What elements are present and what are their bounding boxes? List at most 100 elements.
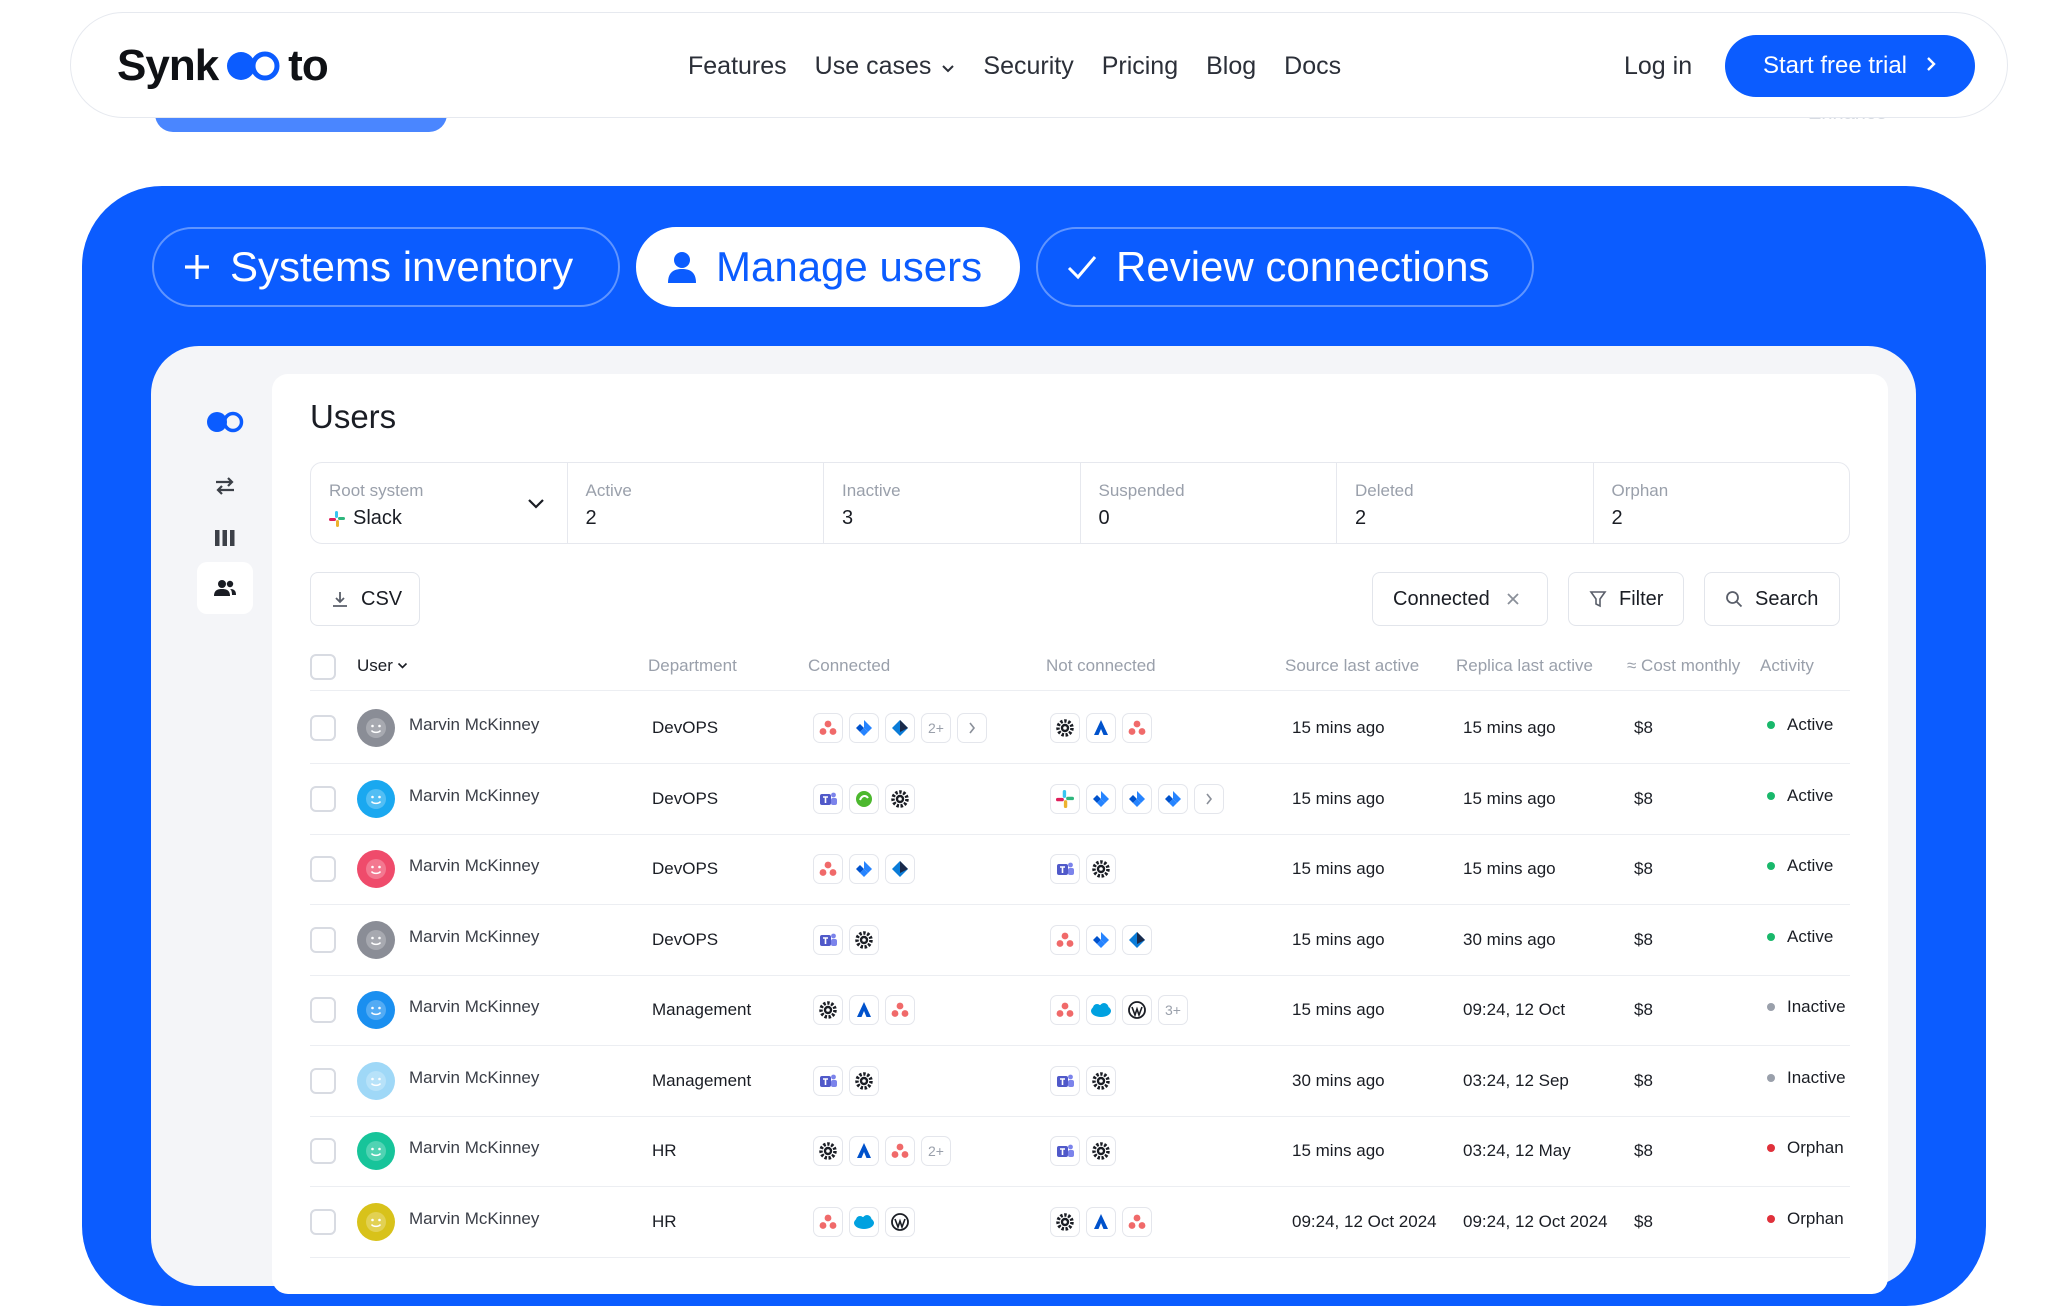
start-free-trial-button[interactable]: Start free trial [1725,35,1975,97]
jira-icon[interactable] [849,713,879,743]
teams-icon[interactable] [813,1065,843,1096]
jira-icon[interactable] [1158,783,1188,814]
filter-button[interactable]: Filter [1568,572,1684,626]
asana-icon[interactable] [1050,995,1080,1025]
more-apps-badge[interactable]: 3+ [1158,995,1188,1025]
chevron-right-icon[interactable] [957,713,987,743]
wordpress-icon[interactable] [1122,995,1152,1025]
gear-icon[interactable] [849,1065,879,1096]
row-checkbox[interactable] [310,1208,336,1235]
root-system-select[interactable]: Root system Slack [311,463,568,543]
asana-icon[interactable] [1122,1206,1152,1237]
wordpress-icon[interactable] [885,1206,915,1237]
nav-link-pricing[interactable]: Pricing [1102,52,1178,81]
close-icon[interactable] [1506,592,1520,606]
table-row[interactable]: Marvin McKinney Management 30 mins ago 03:2… [310,1046,1850,1117]
sync-icon[interactable] [197,460,253,512]
tab-manage-users[interactable]: Manage users [636,227,1020,307]
tab-systems-inventory[interactable]: Systems inventory [152,227,620,307]
row-checkbox[interactable] [310,997,336,1023]
column-user-sort[interactable]: User [357,656,408,676]
jira-icon[interactable] [1086,783,1116,814]
atlassian-icon[interactable] [849,1136,879,1166]
chevron-right-icon[interactable] [1194,783,1224,814]
table-row[interactable]: Marvin McKinney DevOPS 15 mins ago 15 mins … [310,764,1850,835]
slack-icon[interactable] [1050,783,1080,814]
row-checkbox[interactable] [310,1138,336,1164]
atlassian-icon[interactable] [849,995,879,1025]
table-row[interactable]: Marvin McKinney DevOPS 15 mins ago 15 mins … [310,834,1850,905]
gear-icon[interactable] [1050,713,1080,743]
salesforce-icon[interactable] [1086,995,1116,1025]
table-row[interactable]: Marvin McKinney DevOPS 2+ 15 mins ago 15 min… [310,693,1850,764]
table-row[interactable]: Marvin McKinney HR 09:24, 12 Oct 2024 09:24… [310,1187,1850,1258]
not-connected-apps [1050,1136,1116,1166]
column-header: Replica last active [1456,656,1594,675]
teams-icon[interactable] [1050,854,1080,884]
gear-icon[interactable] [1086,1136,1116,1166]
row-checkbox[interactable] [310,1067,336,1094]
user-name: Marvin McKinney [409,785,540,805]
asana-icon[interactable] [885,995,915,1025]
jira-icon[interactable] [849,854,879,884]
gear-icon[interactable] [1086,1065,1116,1096]
nav-link-use-cases[interactable]: Use cases [815,52,956,81]
nav-link-docs[interactable]: Docs [1284,52,1341,81]
salesforce-icon[interactable] [849,1206,879,1237]
nav-links: Features Use cases Security Pricing Blog… [688,13,1369,119]
asana-icon[interactable] [813,854,843,884]
not-connected-cell [1050,1187,1152,1257]
asana-icon[interactable] [813,713,843,743]
table-row[interactable]: Marvin McKinney Management 3+ 15 mins ago 09… [310,975,1850,1046]
columns-icon[interactable] [197,512,253,564]
gear-icon[interactable] [1086,854,1116,884]
tab-review-connections[interactable]: Review connections [1036,227,1534,307]
azure-icon[interactable] [885,854,915,884]
row-checkbox[interactable] [310,785,336,812]
more-apps-badge[interactable]: 2+ [921,1136,951,1166]
asana-icon[interactable] [1122,713,1152,743]
teams-icon[interactable] [813,924,843,955]
row-checkbox[interactable] [310,715,336,741]
asana-icon[interactable] [1050,924,1080,955]
nav-link-features[interactable]: Features [688,52,787,81]
login-link[interactable]: Log in [1624,13,1692,119]
gear-icon[interactable] [1050,1206,1080,1237]
atlassian-icon[interactable] [1086,1206,1116,1237]
gear-icon[interactable] [885,783,915,814]
atlassian-icon[interactable] [1086,713,1116,743]
not-connected-apps [1050,1065,1116,1096]
csv-export-button[interactable]: CSV [310,572,420,626]
select-all-checkbox[interactable] [310,654,336,680]
jira-icon[interactable] [1122,783,1152,814]
table-row[interactable]: Marvin McKinney HR 2+ 15 mins ago 03:24, 12 … [310,1116,1850,1187]
stat-inactive: Inactive 3 [824,463,1081,543]
activity-label: Active [1787,856,1834,875]
nav-link-security[interactable]: Security [983,52,1073,81]
more-apps-badge[interactable]: 2+ [921,713,951,743]
gear-icon[interactable] [813,995,843,1025]
search-button[interactable]: Search [1704,572,1840,626]
asana-icon[interactable] [813,1206,843,1237]
connected-apps [813,783,915,814]
app-logo-icon[interactable] [197,396,253,448]
teams-icon[interactable] [1050,1065,1080,1096]
gear-icon[interactable] [849,924,879,955]
jira-icon[interactable] [1086,924,1116,955]
avatar [357,850,395,888]
logo[interactable]: Synk to [117,39,329,93]
asana-icon[interactable] [885,1136,915,1166]
activity-label: Active [1787,785,1834,805]
table-row[interactable]: Marvin McKinney DevOPS 15 mins ago 30 mins … [310,905,1850,976]
gear-icon[interactable] [813,1136,843,1166]
azure-icon[interactable] [1122,924,1152,955]
nav-link-blog[interactable]: Blog [1206,52,1256,81]
connected-filter-chip[interactable]: Connected [1372,572,1548,626]
row-checkbox[interactable] [310,856,336,882]
users-icon[interactable] [197,562,253,614]
azure-icon[interactable] [885,713,915,743]
teams-icon[interactable] [813,783,843,814]
teams-icon[interactable] [1050,1136,1080,1166]
row-checkbox[interactable] [310,926,336,953]
app-icon[interactable] [849,783,879,814]
